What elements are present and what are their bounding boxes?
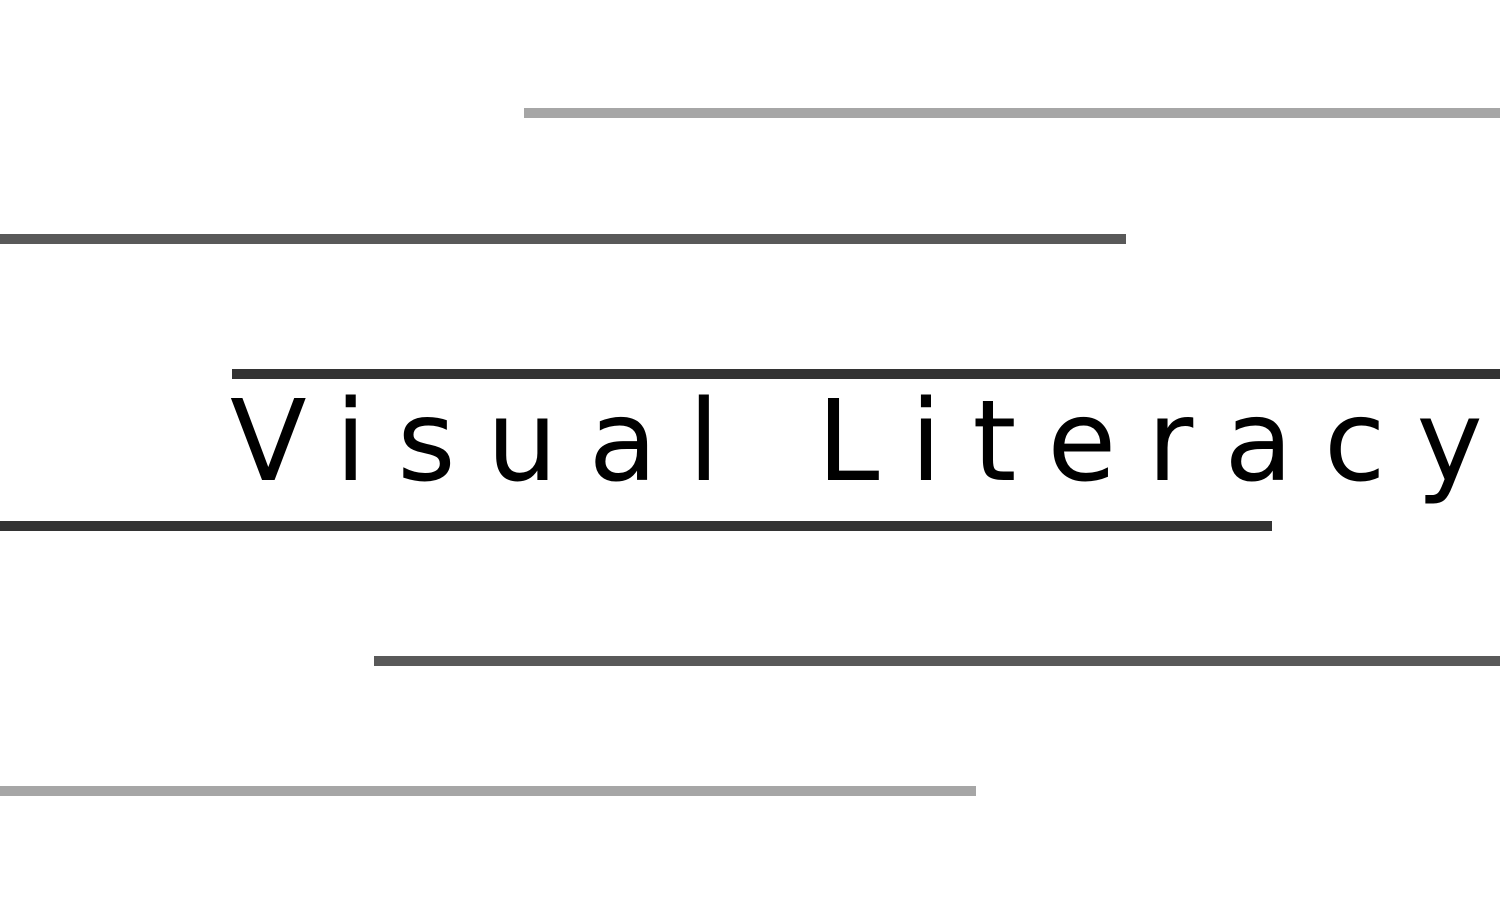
title-slide: Visual Literacy	[0, 0, 1500, 900]
decorative-line-bottom	[0, 786, 976, 796]
decorative-line-fifth	[374, 656, 1500, 666]
decorative-line-second	[0, 234, 1126, 244]
decorative-line-below-title	[0, 521, 1272, 531]
decorative-line-top	[524, 108, 1500, 118]
slide-title: Visual Literacy	[230, 377, 1500, 507]
